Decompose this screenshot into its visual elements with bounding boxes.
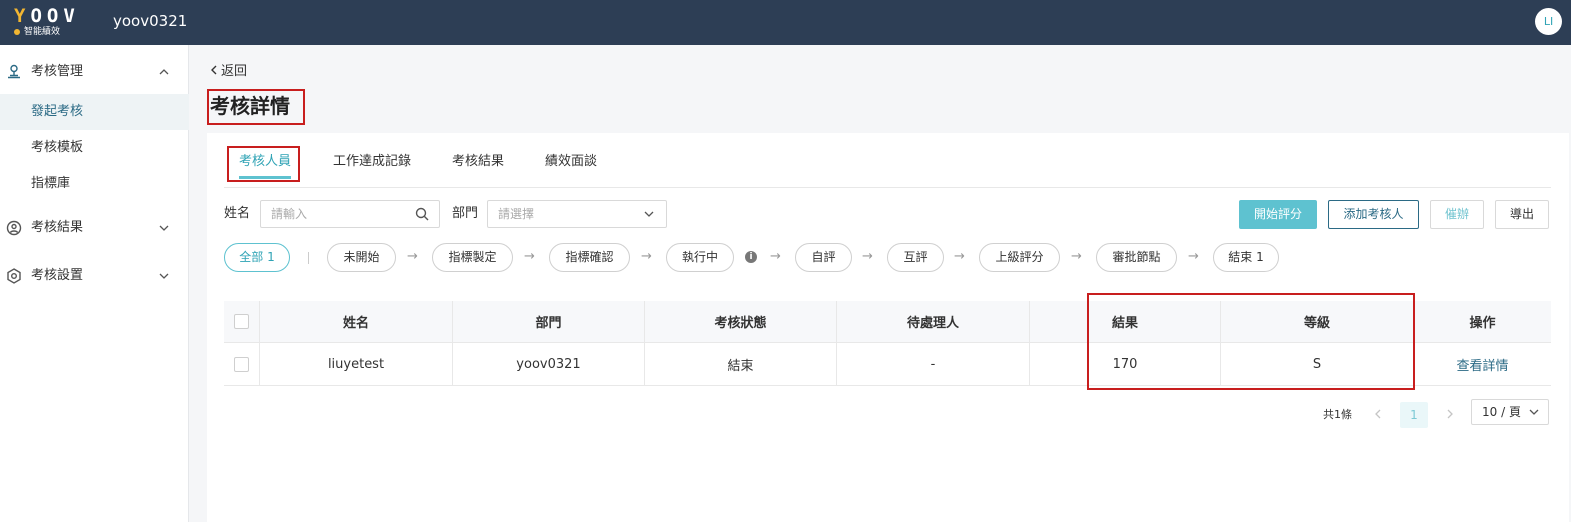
cell-status: 結束	[644, 343, 836, 385]
tab-performance-interview[interactable]: 績效面談	[545, 149, 597, 179]
chevron-left-icon	[1375, 409, 1381, 419]
name-filter-label: 姓名	[224, 206, 251, 221]
export-button[interactable]: 導出	[1495, 200, 1549, 229]
prev-page-button[interactable]	[1364, 402, 1392, 428]
search-user-icon	[6, 220, 22, 236]
back-label: 返回	[221, 64, 248, 79]
header-checkbox-cell	[224, 301, 259, 342]
column-header-handler[interactable]: 待處理人	[836, 301, 1029, 342]
logo-letters: YOOV	[14, 5, 80, 27]
stage-filter-manager-review[interactable]: 上級評分	[979, 243, 1060, 272]
sidebar-group-label: 考核設置	[31, 268, 84, 283]
sidebar-group-review-results[interactable]: 考核結果	[0, 210, 189, 246]
stage-filter-ended[interactable]: 結束 1	[1213, 243, 1279, 272]
sidebar-item-indicator-library[interactable]: 指標庫	[0, 166, 189, 202]
stage-filter-all[interactable]: 全部 1	[224, 243, 290, 272]
org-name[interactable]: yoov0321	[113, 12, 187, 30]
page-number-1[interactable]: 1	[1400, 402, 1428, 428]
highlight-box	[1087, 293, 1415, 390]
sidebar: 考核管理 發起考核 考核模板 指標庫 考核結果 考核設置	[0, 45, 189, 522]
stage-arrow: →	[524, 249, 535, 264]
dept-select[interactable]: 請選擇	[487, 200, 667, 228]
stage-arrow: →	[770, 249, 781, 264]
page-title: 考核詳情	[207, 89, 305, 125]
name-input-placeholder: 請輸入	[271, 207, 308, 221]
stage-arrow: →	[1071, 249, 1082, 264]
pagination-total: 共1條	[1323, 408, 1352, 421]
chevron-left-icon	[211, 65, 217, 75]
sidebar-item-review-template[interactable]: 考核模板	[0, 130, 189, 166]
remind-button[interactable]: 催辦	[1430, 200, 1484, 229]
detail-panel: 考核人員 工作達成記錄 考核結果 績效面談 姓名 請輸入 部門 請選擇 開始評分…	[207, 133, 1569, 522]
view-details-link[interactable]: 查看詳情	[1413, 343, 1551, 385]
stage-separator	[308, 252, 309, 264]
search-icon[interactable]	[415, 207, 429, 221]
column-header-action: 操作	[1413, 301, 1551, 342]
sidebar-group-label: 考核結果	[31, 220, 84, 235]
stage-arrow: →	[1188, 249, 1199, 264]
chevron-down-icon[interactable]	[158, 222, 170, 234]
page-size-value: 10 / 頁	[1482, 405, 1521, 419]
row-checkbox-cell	[224, 343, 259, 385]
stage-filter-in-progress[interactable]: 執行中	[666, 243, 734, 272]
highlight-box	[227, 146, 300, 182]
chevron-up-icon[interactable]	[158, 66, 170, 78]
row-checkbox[interactable]	[234, 356, 249, 372]
stage-arrow: →	[954, 249, 965, 264]
stage-arrow: →	[641, 249, 652, 264]
tab-review-results[interactable]: 考核結果	[452, 149, 504, 179]
sidebar-group-review-settings[interactable]: 考核設置	[0, 258, 189, 294]
tab-work-records[interactable]: 工作達成記錄	[333, 149, 411, 179]
user-stamp-icon	[8, 64, 20, 79]
stage-filter-indicator-setting[interactable]: 指標製定	[432, 243, 513, 272]
cell-handler: -	[836, 343, 1029, 385]
dept-select-placeholder: 請選擇	[498, 207, 535, 221]
select-all-checkbox[interactable]	[234, 314, 249, 329]
column-header-status[interactable]: 考核狀態	[644, 301, 836, 342]
stage-filter-approval[interactable]: 審批節點	[1096, 243, 1177, 272]
cell-name: liuyetest	[259, 343, 452, 385]
back-link[interactable]: 返回	[210, 65, 247, 79]
logo-subtitle: 智能績效	[14, 27, 60, 37]
settings-hex-icon	[7, 268, 21, 284]
tab-divider	[224, 187, 1551, 188]
avatar[interactable]: LI	[1535, 8, 1562, 35]
logo-dot-icon	[14, 28, 20, 35]
chevron-down-icon	[1529, 409, 1539, 415]
yoov-logo[interactable]: YOOV 智能績效	[14, 6, 80, 38]
chevron-down-icon	[644, 211, 654, 217]
next-page-button[interactable]	[1436, 402, 1464, 428]
column-header-name[interactable]: 姓名	[259, 301, 452, 342]
chevron-right-icon	[1447, 409, 1453, 419]
add-reviewee-button[interactable]: 添加考核人	[1328, 200, 1419, 229]
stage-filter-peer-review[interactable]: 互評	[887, 243, 944, 272]
stage-filter-indicator-confirm[interactable]: 指標確認	[549, 243, 630, 272]
top-bar: YOOV 智能績效 yoov0321 LI	[0, 0, 1571, 45]
info-icon[interactable]: i	[745, 251, 757, 263]
sidebar-group-review-management[interactable]: 考核管理	[0, 54, 189, 90]
name-search-input[interactable]: 請輸入	[260, 200, 440, 228]
chevron-down-icon[interactable]	[158, 270, 170, 282]
stage-arrow: →	[407, 249, 418, 264]
stage-filter-self-review[interactable]: 自評	[795, 243, 852, 272]
page-size-select[interactable]: 10 / 頁	[1471, 399, 1549, 425]
sidebar-item-initiate-review[interactable]: 發起考核	[0, 94, 189, 130]
dept-filter-label: 部門	[452, 206, 479, 221]
stage-arrow: →	[862, 249, 873, 264]
stage-filter-not-started[interactable]: 未開始	[327, 243, 396, 272]
cell-dept: yoov0321	[452, 343, 644, 385]
main-content: 返回 考核詳情 考核人員 工作達成記錄 考核結果 績效面談 姓名 請輸入 部門 …	[190, 45, 1571, 522]
sidebar-group-label: 考核管理	[31, 64, 84, 79]
column-header-dept[interactable]: 部門	[452, 301, 644, 342]
start-review-button[interactable]: 開始評分	[1239, 200, 1317, 229]
